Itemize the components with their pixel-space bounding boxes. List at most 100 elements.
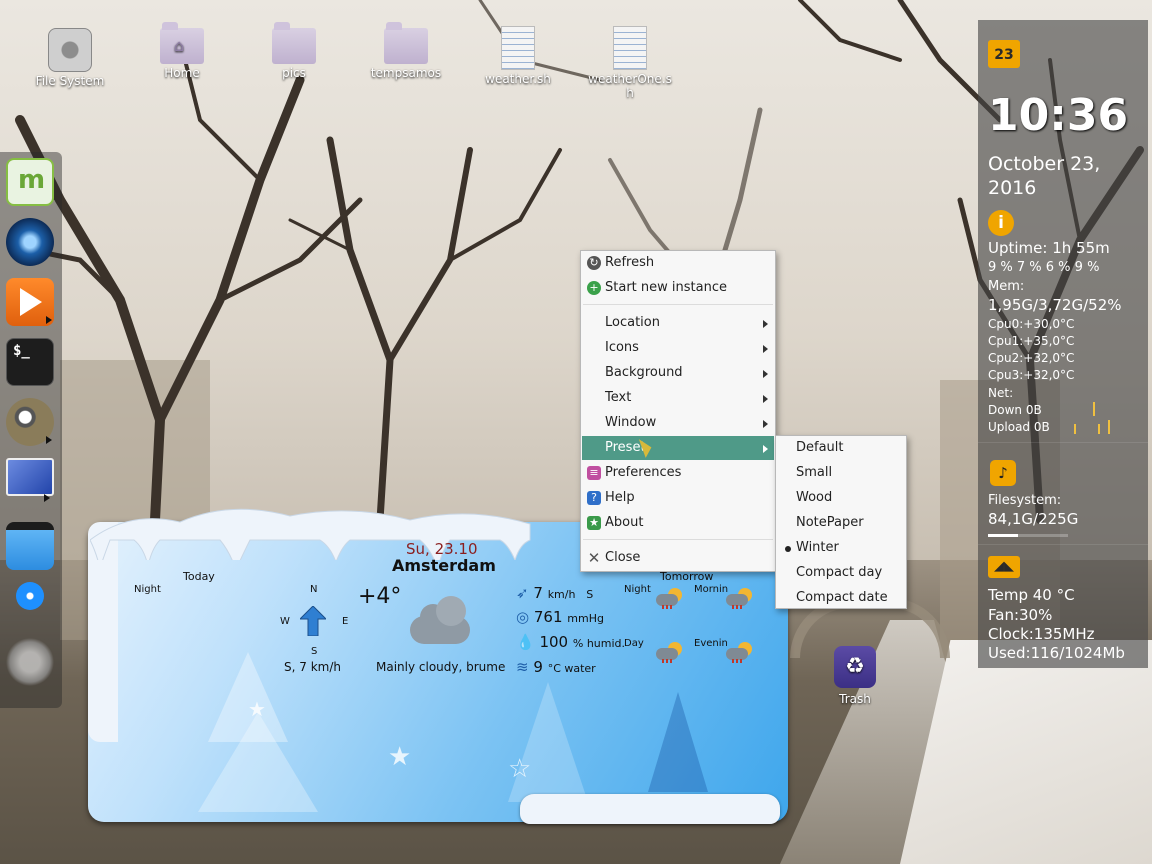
menu-item-label: About <box>605 515 644 530</box>
preset-item-notepaper[interactable]: NotePaper <box>777 511 905 535</box>
menu-item-location[interactable]: Location <box>582 311 774 335</box>
menu-item-label: Help <box>605 490 635 505</box>
home-folder-icon: ⌂ <box>160 22 204 64</box>
gimp-icon[interactable] <box>6 398 54 446</box>
rain-sun-icon <box>726 588 752 609</box>
decor-tree <box>508 682 588 802</box>
conky-clock: 10:36 <box>988 90 1129 141</box>
menu-item-help[interactable]: ? Help <box>582 486 774 510</box>
conky-cpu0: Cpu0:+30,0°C <box>988 317 1075 331</box>
close-icon: ✕ <box>587 549 601 567</box>
menu-item-icons[interactable]: Icons <box>582 336 774 360</box>
humidity-icon: 💧 <box>516 633 535 651</box>
folder-icon <box>384 22 428 64</box>
preset-item-label: Compact day <box>796 565 883 580</box>
weather-city: Amsterdam <box>392 556 496 575</box>
preset-item-winter[interactable]: Winter <box>777 536 905 560</box>
conky-cpu2: Cpu2:+32,0°C <box>988 351 1075 365</box>
desktop-icon-weatherone-sh[interactable]: weatherOne.sh <box>580 26 680 100</box>
weather-app-icon[interactable] <box>6 638 54 686</box>
preset-item-small[interactable]: Small <box>777 461 905 485</box>
preset-item-label: Small <box>796 465 833 480</box>
submenu-arrow-icon <box>763 345 768 353</box>
menu-separator <box>583 304 773 305</box>
decor-tree <box>198 712 318 812</box>
rain-sun-icon <box>656 588 682 609</box>
conky-mem-value: 1,95G/3,72G/52% <box>988 296 1122 314</box>
desktop-icon-weather-sh[interactable]: weather.sh <box>468 26 568 86</box>
desktop-icon-trash[interactable]: ♻ Trash <box>816 644 894 706</box>
conky-down: Down 0B <box>988 403 1042 417</box>
water-temp-value: 9 <box>533 658 543 676</box>
preferences-icon: ≡ <box>587 466 601 480</box>
humidity-row: 💧 100 % humid. <box>516 633 625 651</box>
conky-gpu-temp: Temp 40 °C <box>988 586 1075 604</box>
mint-menu-icon[interactable]: m <box>6 158 54 206</box>
conky-separator <box>978 544 1148 545</box>
desktop-icon-label: weather.sh <box>485 72 551 86</box>
menu-item-refresh[interactable]: ↻ Refresh <box>582 251 774 275</box>
weather-condition: Mainly cloudy, brume <box>376 660 506 674</box>
desktop-icon-tempsamos[interactable]: tempsamos <box>356 22 456 80</box>
preset-item-compact-day[interactable]: Compact day <box>777 561 905 585</box>
conky-upload: Upload 0B <box>988 420 1050 434</box>
trash-icon: ♻ <box>834 646 876 688</box>
media-player-icon[interactable] <box>6 278 54 326</box>
compass-e: E <box>342 616 349 627</box>
preset-submenu: Default Small Wood NotePaper Winter Comp… <box>775 435 907 609</box>
desktop-icon-label: File System <box>35 74 105 88</box>
preset-item-wood[interactable]: Wood <box>777 486 905 510</box>
submenu-arrow-icon <box>763 420 768 428</box>
terminal-icon[interactable]: $_ <box>6 338 54 386</box>
menu-item-label: Text <box>605 390 632 405</box>
water-temp-row: ≋ 9 °C water <box>516 658 596 676</box>
desktop-icon-label: tempsamos <box>370 66 442 80</box>
submenu-arrow-icon <box>763 445 768 453</box>
decor-star: ★ <box>388 742 412 772</box>
pressure-unit: mmHg <box>567 612 604 625</box>
conky-filesystem-label: Filesystem: <box>988 493 1062 508</box>
file-manager-icon[interactable] <box>6 522 54 570</box>
monitor-icon[interactable] <box>6 458 54 502</box>
submenu-arrow-icon <box>763 370 768 378</box>
menu-item-label: Location <box>605 315 660 330</box>
conky-cpu-percent: 9 % 7 % 6 % 9 % <box>988 260 1100 275</box>
browser-icon[interactable] <box>6 218 54 266</box>
nvidia-icon: ◢◣ <box>988 556 1020 578</box>
context-menu: ↻ Refresh + Start new instance Location … <box>580 250 776 572</box>
desktop-icon-label: weatherOne.sh <box>588 72 672 100</box>
conky-system-monitor: 23 10:36 October 23, 2016 i Uptime: 1h 5… <box>978 20 1148 668</box>
menu-item-start-new-instance[interactable]: + Start new instance <box>582 276 774 300</box>
desktop-icon-home[interactable]: ⌂ Home <box>132 22 232 80</box>
menu-item-label: Close <box>605 550 641 565</box>
desktop-icon-label: Trash <box>839 692 871 706</box>
wind-summary: S, 7 km/h <box>284 660 341 674</box>
menu-item-close[interactable]: ✕ Close <box>582 546 774 570</box>
cloudy-icon <box>410 596 470 644</box>
preset-item-compact-date[interactable]: Compact date <box>777 586 905 610</box>
script-icon <box>613 26 647 70</box>
rain-sun-icon <box>656 642 682 663</box>
preset-item-default[interactable]: Default <box>777 436 905 460</box>
menu-item-preferences[interactable]: ≡ Preferences <box>582 461 774 485</box>
menu-item-label: Start new instance <box>605 280 727 295</box>
menu-item-window[interactable]: Window <box>582 411 774 435</box>
selected-radio-icon <box>785 546 791 552</box>
forecast-evening-label: Evenin <box>694 638 728 649</box>
conky-gpu-clock: Clock:135MHz <box>988 625 1095 643</box>
humidity-unit: % humid. <box>572 637 626 650</box>
menu-item-about[interactable]: ★ About <box>582 511 774 535</box>
weather-today-label: Today <box>183 570 215 583</box>
desktop-icon-file-system[interactable]: File System <box>20 28 120 88</box>
about-icon: ★ <box>587 516 601 530</box>
desktop-icon-pics[interactable]: pics <box>244 22 344 80</box>
conky-gpu-used: Used:116/1024Mb <box>988 644 1125 662</box>
wind-speed-unit: km/h <box>547 588 576 601</box>
submenu-arrow-icon <box>763 320 768 328</box>
menu-item-text[interactable]: Text <box>582 386 774 410</box>
menu-item-background[interactable]: Background <box>582 361 774 385</box>
messenger-icon[interactable] <box>16 582 44 610</box>
folder-icon <box>272 22 316 64</box>
net-graph-bar <box>1108 420 1110 434</box>
menu-item-preset[interactable]: Preset <box>582 436 774 460</box>
